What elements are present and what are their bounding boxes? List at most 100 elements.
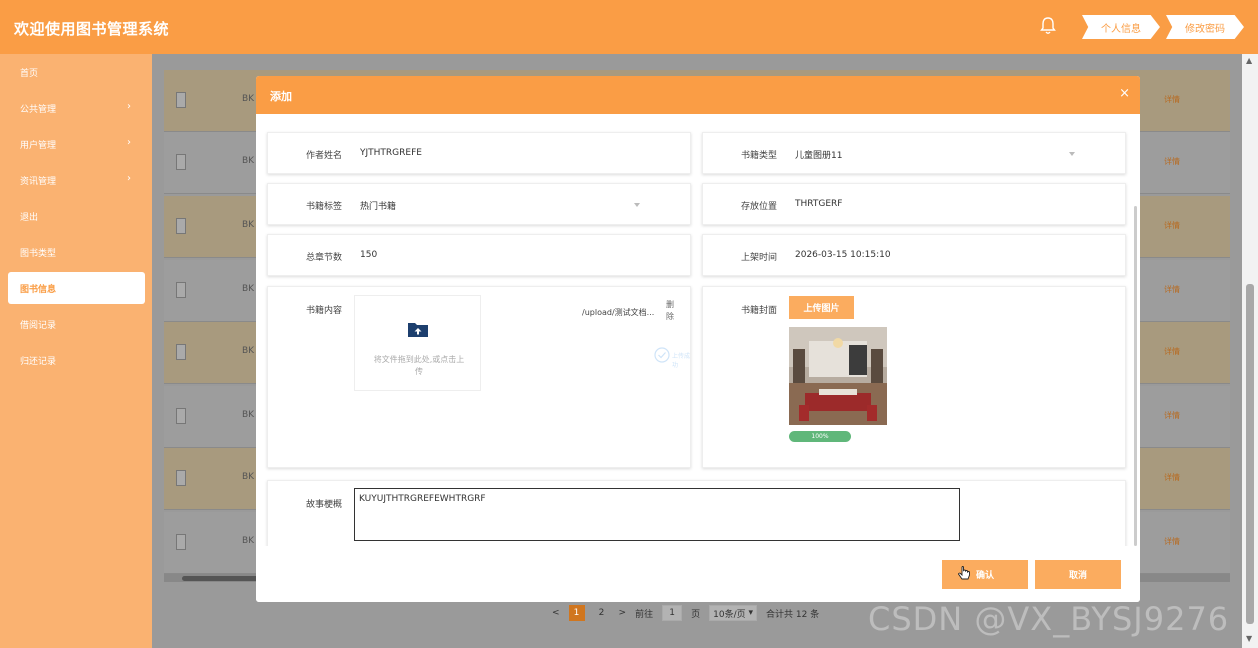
location-input[interactable]: THRTGERF — [795, 199, 842, 209]
app-title: 欢迎使用图书管理系统 — [14, 20, 170, 38]
sidebar-item-logout[interactable]: 退出 — [8, 200, 145, 232]
dialog-body: 作者姓名 YJTHTRGREFE 书籍类型 儿童图册11 书籍标签 热门书籍 存… — [256, 114, 1140, 546]
sidebar-item-label: 归还记录 — [20, 356, 57, 367]
sidebar-item-label: 借阅记录 — [20, 320, 57, 331]
row-detail-link[interactable]: 详情 — [1164, 284, 1180, 295]
row-id: BK — [242, 284, 255, 294]
chevron-right-icon: › — [127, 173, 131, 184]
chevron-right-icon: › — [127, 101, 131, 112]
chapters-field-card: 总章节数 150 — [267, 234, 691, 276]
sidebar-item-return-records[interactable]: 归还记录 — [8, 344, 145, 376]
watermark: CSDN @VX_BYSJ9276 — [868, 600, 1230, 638]
synopsis-textarea[interactable]: KUYUJTHTRGREFEWHTRGRF — [354, 488, 960, 541]
chevron-down-icon: ▾ — [745, 608, 754, 618]
synopsis-label: 故事梗概 — [306, 500, 343, 510]
file-drop-zone[interactable]: 将文件拖到此处,或点击上传 — [354, 295, 481, 391]
book-tag-field-card: 书籍标签 热门书籍 — [267, 183, 691, 225]
cancel-button[interactable]: 取消 — [1035, 560, 1121, 589]
sidebar-item-news[interactable]: 资讯管理 › — [8, 164, 145, 196]
row-id: BK — [242, 94, 255, 104]
row-detail-link[interactable]: 详情 — [1164, 220, 1180, 231]
row-detail-link[interactable]: 详情 — [1164, 472, 1180, 483]
chapters-label: 总章节数 — [306, 253, 343, 263]
dialog-header: 添加 × — [256, 76, 1140, 114]
sidebar-item-label: 图书信息 — [20, 284, 57, 295]
dialog-scrollbar[interactable] — [1134, 206, 1137, 546]
cover-label: 书籍封面 — [741, 306, 778, 316]
row-checkbox[interactable] — [176, 92, 186, 108]
sidebar: 首页 公共管理 › 用户管理 › 资讯管理 › 退出 图书类型 图书信息 借阅记录 归… — [0, 54, 152, 648]
row-checkbox[interactable] — [176, 408, 186, 424]
scroll-down-icon[interactable]: ▼ — [1246, 634, 1252, 643]
sidebar-item-book-types[interactable]: 图书类型 — [8, 236, 145, 268]
page-vertical-scrollbar[interactable]: ▲ ▼ — [1242, 54, 1258, 648]
upload-folder-icon — [408, 323, 428, 337]
row-id: BK — [242, 156, 255, 166]
row-detail-link[interactable]: 详情 — [1164, 536, 1180, 547]
cover-upload-progress: 100% — [789, 431, 851, 442]
row-id: BK — [242, 410, 255, 420]
row-detail-link[interactable]: 详情 — [1164, 410, 1180, 421]
sidebar-item-book-info[interactable]: 图书信息 — [8, 272, 145, 304]
chevron-down-icon[interactable] — [1069, 152, 1075, 156]
goto-label: 前往 — [635, 609, 654, 620]
page-unit-label: 页 — [691, 609, 701, 620]
row-checkbox[interactable] — [176, 470, 186, 486]
location-field-card: 存放位置 THRTGERF — [702, 183, 1126, 225]
cover-upload-card: 书籍封面 上传图片 100% — [702, 286, 1126, 468]
row-detail-link[interactable]: 详情 — [1164, 346, 1180, 357]
row-checkbox[interactable] — [176, 154, 186, 170]
page-size-value: 10条/页 — [713, 609, 746, 620]
sidebar-item-home[interactable]: 首页 — [8, 56, 145, 88]
profile-button[interactable]: 个人信息 — [1082, 15, 1160, 39]
row-detail-link[interactable]: 详情 — [1164, 94, 1180, 105]
top-header: 欢迎使用图书管理系统 个人信息 修改密码 — [0, 0, 1258, 54]
row-id: BK — [242, 220, 255, 230]
author-input[interactable]: YJTHTRGREFE — [360, 148, 422, 158]
row-checkbox[interactable] — [176, 534, 186, 550]
change-password-button[interactable]: 修改密码 — [1166, 15, 1244, 39]
page-2-button[interactable]: 2 — [594, 605, 610, 621]
chapters-input[interactable]: 150 — [360, 250, 377, 260]
shelf-time-label: 上架时间 — [741, 253, 778, 263]
add-book-dialog: 添加 × 作者姓名 YJTHTRGREFE 书籍类型 儿童图册11 书籍标签 热… — [256, 76, 1140, 602]
total-count: 合计共 12 条 — [766, 609, 820, 620]
shelf-time-picker[interactable]: 2026-03-15 10:15:10 — [795, 250, 891, 260]
check-circle-icon — [654, 347, 670, 363]
book-type-select[interactable]: 儿童图册11 — [795, 148, 842, 161]
sidebar-item-borrow-records[interactable]: 借阅记录 — [8, 308, 145, 340]
sidebar-item-label: 退出 — [20, 212, 39, 223]
sidebar-item-users[interactable]: 用户管理 › — [8, 128, 145, 160]
row-checkbox[interactable] — [176, 218, 186, 234]
sidebar-item-public[interactable]: 公共管理 › — [8, 92, 145, 124]
book-type-label: 书籍类型 — [741, 151, 778, 161]
next-page-button[interactable]: > — [619, 608, 627, 618]
row-checkbox[interactable] — [176, 344, 186, 360]
confirm-button[interactable]: 确认 — [942, 560, 1028, 589]
scrollbar-thumb[interactable] — [1246, 284, 1254, 624]
book-tag-select[interactable]: 热门书籍 — [360, 199, 396, 212]
scroll-up-icon[interactable]: ▲ — [1246, 56, 1252, 65]
pagination: < 1 2 > 前往 1 页 10条/页 ▾ 合计共 12 条 — [552, 605, 819, 621]
delete-file-button[interactable]: 删除 — [666, 299, 676, 323]
bell-icon[interactable] — [1040, 17, 1058, 37]
close-icon[interactable]: × — [1119, 86, 1130, 101]
chevron-down-icon[interactable] — [634, 203, 640, 207]
prev-page-button[interactable]: < — [552, 608, 560, 618]
row-id: BK — [242, 472, 255, 482]
book-type-field-card: 书籍类型 儿童图册11 — [702, 132, 1126, 174]
sidebar-item-label: 公共管理 — [20, 104, 57, 115]
upload-image-button[interactable]: 上传图片 — [789, 296, 854, 319]
uploaded-file-name[interactable]: /upload/测试文档... — [582, 307, 654, 318]
row-id: BK — [242, 536, 255, 546]
author-label: 作者姓名 — [306, 151, 343, 161]
row-checkbox[interactable] — [176, 282, 186, 298]
content-label: 书籍内容 — [306, 306, 343, 316]
row-detail-link[interactable]: 详情 — [1164, 156, 1180, 167]
goto-page-input[interactable]: 1 — [662, 605, 683, 621]
author-field-card: 作者姓名 YJTHTRGREFE — [267, 132, 691, 174]
shelf-time-field-card: 上架时间 2026-03-15 10:15:10 — [702, 234, 1126, 276]
dialog-title: 添加 — [270, 90, 292, 103]
page-1-button[interactable]: 1 — [568, 605, 585, 621]
page-size-select[interactable]: 10条/页 ▾ — [709, 605, 758, 621]
